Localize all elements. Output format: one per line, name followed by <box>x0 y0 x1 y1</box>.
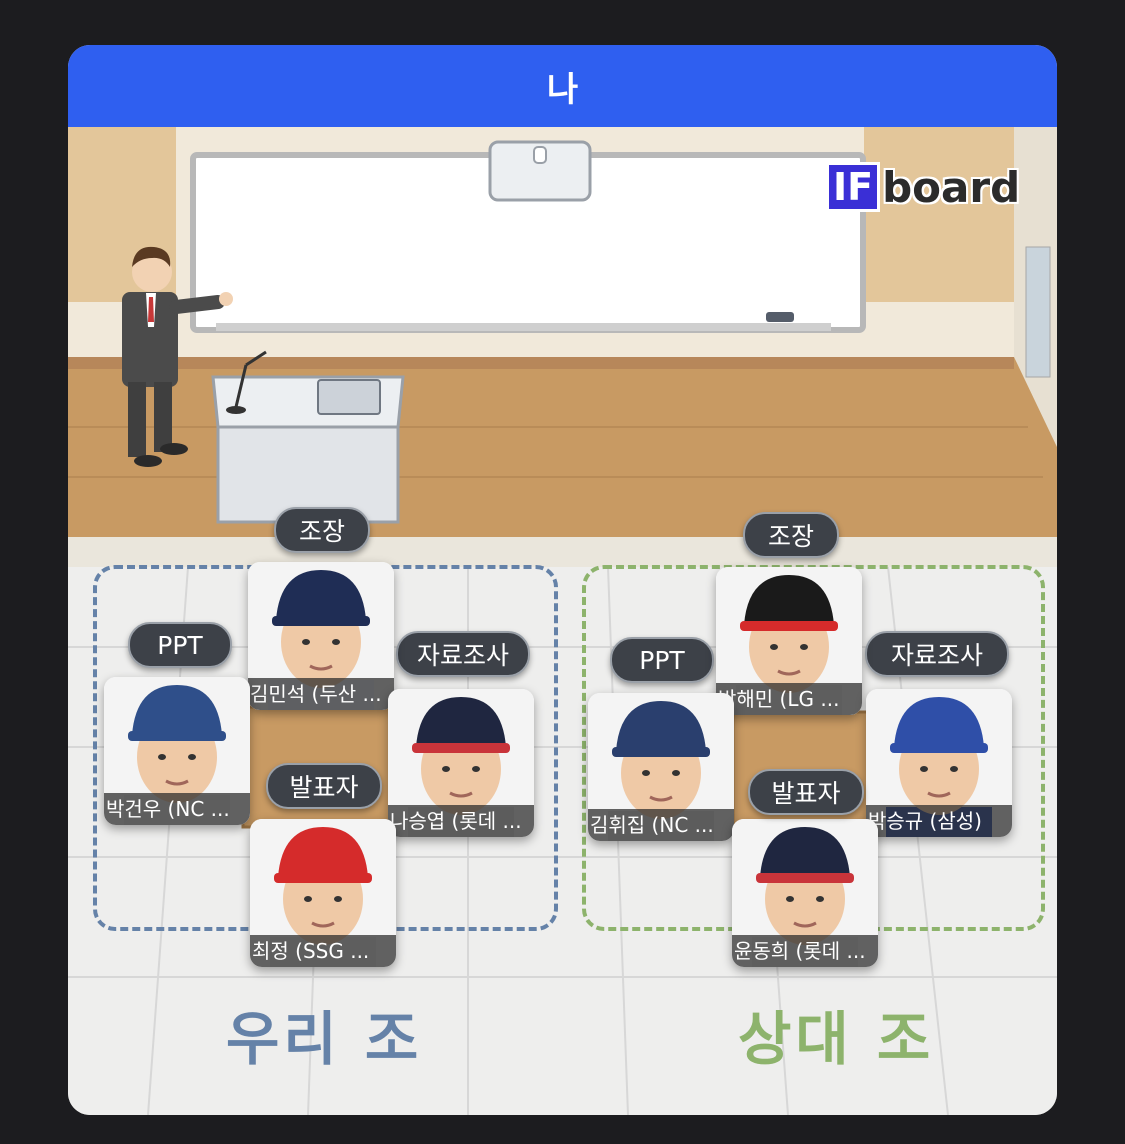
team-modal: 나 IF board 조장 PPT 자료조사 조장 PPT 자료조사 김민석 (… <box>68 45 1057 1115</box>
our-presenter-role-chip: 발표자 <box>266 763 382 809</box>
our-ppt-role-chip: PPT <box>128 622 232 668</box>
their-ppt-card[interactable]: 김휘집 (NC ... <box>588 693 734 841</box>
their-research-card[interactable]: 박승규 (삼성) <box>866 689 1012 837</box>
their-presenter-card[interactable]: 윤동희 (롯데 ... <box>732 819 878 967</box>
our-presenter-card[interactable]: 최정 (SSG ... <box>250 819 396 967</box>
our-research-card[interactable]: 나승엽 (롯데 ... <box>388 689 534 837</box>
player-name: 김휘집 (NC ... <box>588 809 734 841</box>
our-leader-card[interactable]: 김민석 (두산 ... <box>248 562 394 710</box>
player-name: 김민석 (두산 ... <box>248 678 394 710</box>
their-leader-card[interactable]: 박해민 (LG ... <box>716 567 862 715</box>
player-name: 박건우 (NC ... <box>104 793 250 825</box>
our-research-role-chip: 자료조사 <box>396 631 530 677</box>
their-ppt-role-chip: PPT <box>610 637 714 683</box>
ifboard-logo: IF board <box>826 162 1020 212</box>
player-name: 윤동희 (롯데 ... <box>732 935 878 967</box>
our-team-title: 우리 조 <box>226 1005 423 1073</box>
brand-badge: IF <box>826 162 881 212</box>
their-leader-role-chip: 조장 <box>743 512 839 558</box>
their-research-role-chip: 자료조사 <box>865 631 1009 677</box>
player-name: 나승엽 (롯데 ... <box>388 805 534 837</box>
modal-title: 나 <box>68 45 1057 127</box>
brand-word: board <box>882 162 1021 212</box>
their-team-title: 상대 조 <box>738 1005 935 1073</box>
player-name: 최정 (SSG ... <box>250 935 396 967</box>
player-name: 박승규 (삼성) <box>866 805 1012 837</box>
player-name: 박해민 (LG ... <box>716 683 862 715</box>
their-presenter-role-chip: 발표자 <box>748 769 864 815</box>
our-leader-role-chip: 조장 <box>274 507 370 553</box>
classroom-scene: IF board 조장 PPT 자료조사 조장 PPT 자료조사 김민석 (두산… <box>68 127 1057 1115</box>
our-ppt-card[interactable]: 박건우 (NC ... <box>104 677 250 825</box>
